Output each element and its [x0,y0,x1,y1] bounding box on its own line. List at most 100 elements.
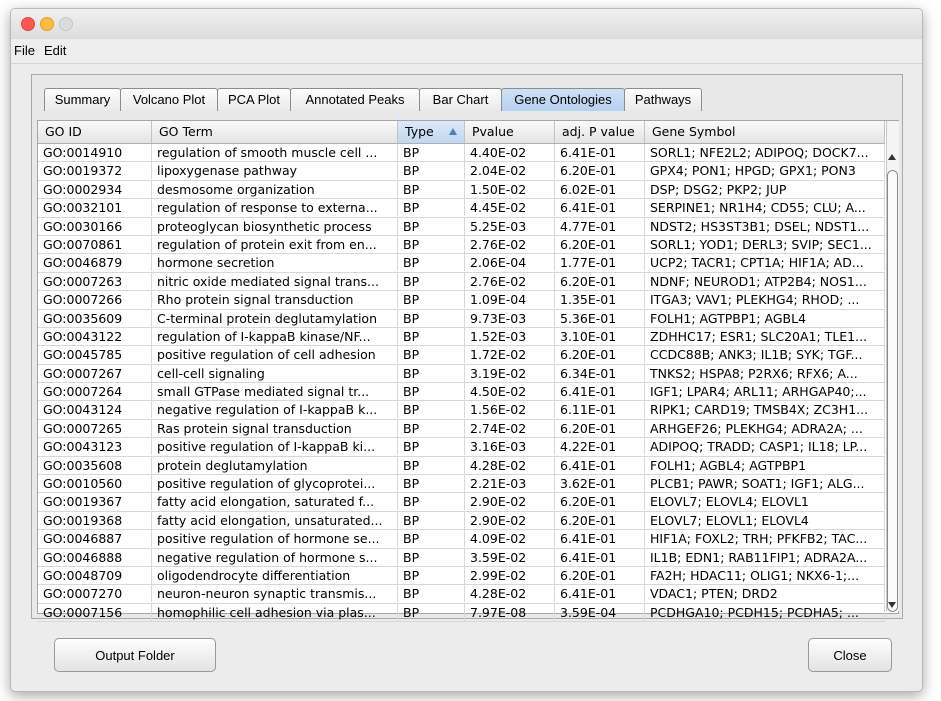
table-row[interactable]: GO:0007264 small GTPase mediated signal t… [38,383,885,402]
table-row[interactable]: GO:0007270 neuron-neuron synaptic transmi… [38,585,885,604]
menu-edit[interactable]: Edit [44,43,66,58]
cell-gene-symbol: ZDHHC17; ESR1; SLC20A1; TLE1... [645,327,885,345]
cell-go-term: regulation of smooth muscle cell ... [152,144,398,161]
cell-gene-symbol: IGF1; LPAR4; ARL11; ARHGAP40;... [645,383,885,401]
column-header-go-term[interactable]: GO Term [152,121,398,143]
cell-pvalue: 2.99E-02 [465,566,555,584]
scroll-down-arrow-icon[interactable] [888,602,896,608]
table-row[interactable]: GO:0046887 positive regulation of hormone… [38,530,885,549]
cell-gene-symbol: IL1B; EDN1; RAB11FIP1; ADRA2A... [645,548,885,566]
tab-pathways[interactable]: Pathways [624,88,702,111]
cell-gene-symbol: ELOVL7; ELOVL4; ELOVL1 [645,493,885,511]
table-row[interactable]: GO:0007267 cell-cell signaling BP 3.19E-02 6… [38,364,885,384]
cell-pvalue: 4.28E-02 [465,456,555,474]
tab-summary[interactable]: Summary [44,88,121,111]
scroll-up-arrow-icon[interactable] [888,154,896,160]
table-row[interactable]: GO:0043124 negative regulation of I-kappa… [38,401,885,420]
table-row[interactable]: GO:0019368 fatty acid elongation, unsatur… [38,511,885,531]
cell-pvalue: 1.52E-03 [465,327,555,345]
cell-adj-p-value: 6.20E-01 [555,272,645,290]
column-header-gene-symbol[interactable]: Gene Symbol [645,121,885,143]
column-header-type[interactable]: Type [398,121,465,143]
cell-go-term: positive regulation of glycoprotei... [152,475,398,493]
cell-gene-symbol: ADIPOQ; TRADD; CASP1; IL18; LP... [645,438,885,456]
cell-gene-symbol: SERPINE1; NR1H4; CD55; CLU; A... [645,199,885,217]
cell-go-id: GO:0032101 [38,199,152,217]
table-row[interactable]: GO:0043122 regulation of I-kappaB kinase/… [38,327,885,347]
cell-go-id: GO:0046879 [38,254,152,272]
close-button[interactable]: Close [808,638,892,672]
tab-gene-ontologies[interactable]: Gene Ontologies [501,88,625,111]
cell-adj-p-value: 6.20E-01 [555,493,645,511]
cell-pvalue: 3.16E-03 [465,438,555,456]
cell-adj-p-value: 6.20E-01 [555,511,645,529]
cell-gene-symbol: NDNF; NEUROD1; ATP2B4; NOS1... [645,272,885,290]
cell-gene-symbol: ELOVL7; ELOVL1; ELOVL4 [645,511,885,529]
cell-go-term: C-terminal protein deglutamylation [152,309,398,327]
column-header-adj-p-value[interactable]: adj. P value [555,121,645,143]
tab-bar-chart[interactable]: Bar Chart [419,88,502,111]
cell-type: BP [398,235,465,253]
column-header-pvalue[interactable]: Pvalue [465,121,555,143]
cell-adj-p-value: 6.20E-01 [555,346,645,364]
cell-gene-symbol: PCDHGA10; PCDH15; PCDHA5; ... [645,603,885,621]
scrollbar-thumb[interactable] [887,170,898,612]
tab-annotated-peaks[interactable]: Annotated Peaks [290,88,420,111]
cell-go-term: positive regulation of hormone se... [152,530,398,548]
vertical-scrollbar[interactable] [886,121,899,612]
table-row[interactable]: GO:0043123 positive regulation of I-kappa… [38,438,885,457]
cell-adj-p-value: 6.02E-01 [555,180,645,198]
table-row[interactable]: GO:0007156 homophilic cell adhesion via p… [38,603,885,623]
table-row[interactable]: GO:0032101 regulation of response to exte… [38,199,885,218]
cell-go-id: GO:0046888 [38,548,152,566]
table-row[interactable]: GO:0035608 protein deglutamylation BP 4.28E… [38,456,885,476]
cell-adj-p-value: 4.77E-01 [555,217,645,235]
table-row[interactable]: GO:0045785 positive regulation of cell ad… [38,346,885,365]
cell-type: BP [398,180,465,198]
table-body: GO:0014910 regulation of smooth muscle ce… [38,144,885,623]
tab-pca-plot[interactable]: PCA Plot [217,88,291,111]
cell-pvalue: 2.06E-04 [465,254,555,272]
cell-gene-symbol: VDAC1; PTEN; DRD2 [645,585,885,603]
cell-gene-symbol: GPX4; PON1; HPGD; GPX1; PON3 [645,162,885,180]
cell-adj-p-value: 3.62E-01 [555,475,645,493]
cell-adj-p-value: 6.41E-01 [555,456,645,474]
minimize-window-icon[interactable] [40,17,54,31]
cell-adj-p-value: 1.35E-01 [555,291,645,309]
table-row[interactable]: GO:0007263 nitric oxide mediated signal t… [38,272,885,292]
title-bar [11,9,922,39]
cell-pvalue: 2.21E-03 [465,475,555,493]
table-row[interactable]: GO:0007265 Ras protein signal transductio… [38,419,885,439]
tab-volcano-plot[interactable]: Volcano Plot [120,88,218,111]
cell-pvalue: 4.45E-02 [465,199,555,217]
cell-pvalue: 5.25E-03 [465,217,555,235]
table-row[interactable]: GO:0019372 lipoxygenase pathway BP 2.04E-02… [38,162,885,181]
output-folder-button[interactable]: Output Folder [54,638,216,672]
cell-go-id: GO:0010560 [38,475,152,493]
table-row[interactable]: GO:0048709 oligodendrocyte differentiatio… [38,566,885,586]
table-row[interactable]: GO:0014910 regulation of smooth muscle ce… [38,144,885,163]
cell-go-id: GO:0007267 [38,364,152,382]
table-row[interactable]: GO:0002934 desmosome organization BP 1.50E-… [38,180,885,200]
cell-adj-p-value: 6.41E-01 [555,548,645,566]
app-window: File Edit Summary Volcano Plot PCA Plot … [10,8,923,692]
table-row[interactable]: GO:0046888 negative regulation of hormone… [38,548,885,567]
cell-go-id: GO:0035608 [38,456,152,474]
menu-file[interactable]: File [14,43,35,58]
table-row[interactable]: GO:0019367 fatty acid elongation, saturat… [38,493,885,512]
cell-gene-symbol: RIPK1; CARD19; TMSB4X; ZC3H1... [645,401,885,419]
maximize-window-icon[interactable] [59,17,73,31]
table-row[interactable]: GO:0046879 hormone secretion BP 2.06E-04 1.7… [38,254,885,273]
table-row[interactable]: GO:0035609 C-terminal protein deglutamyla… [38,309,885,328]
cell-go-id: GO:0007270 [38,585,152,603]
column-header-go-id[interactable]: GO ID [38,121,152,143]
cell-type: BP [398,309,465,327]
table-row[interactable]: GO:0010560 positive regulation of glycopr… [38,475,885,494]
close-window-icon[interactable] [21,17,35,31]
cell-gene-symbol: SORL1; NFE2L2; ADIPOQ; DOCK7... [645,144,885,161]
table-row[interactable]: GO:0007266 Rho protein signal transductio… [38,291,885,310]
table-row[interactable]: GO:0070861 regulation of protein exit fro… [38,235,885,255]
table-row[interactable]: GO:0030166 proteoglycan biosynthetic proc… [38,217,885,236]
cell-gene-symbol: UCP2; TACR1; CPT1A; HIF1A; AD... [645,254,885,272]
cell-type: BP [398,530,465,548]
